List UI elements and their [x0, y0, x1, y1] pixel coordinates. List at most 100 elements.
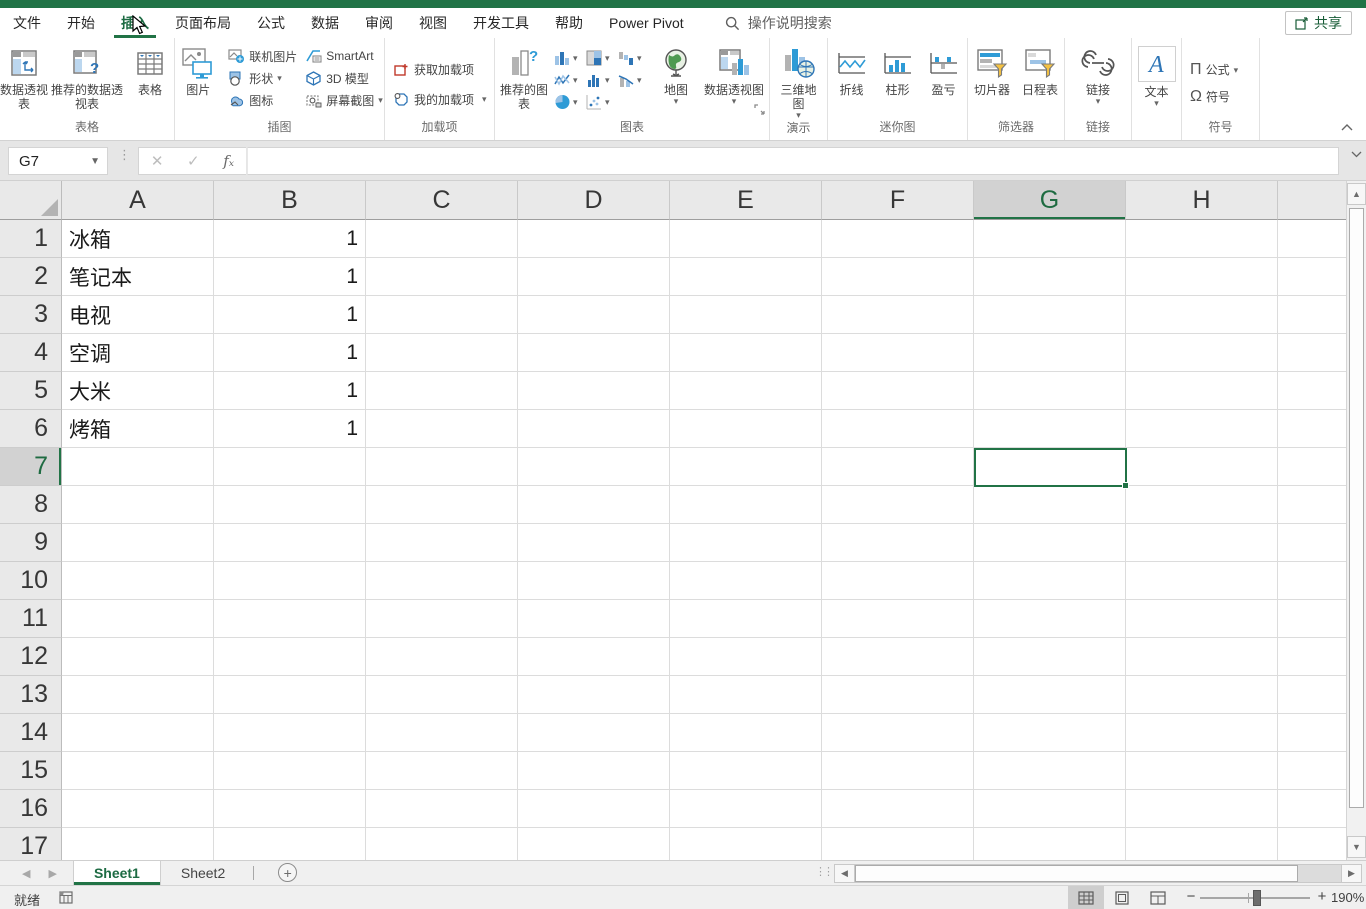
- row-header-2[interactable]: 2: [0, 258, 62, 296]
- 3d-models-button[interactable]: 3D 模型: [305, 69, 383, 87]
- cell-F1[interactable]: [822, 220, 974, 258]
- row-header-14[interactable]: 14: [0, 714, 62, 752]
- row-header-13[interactable]: 13: [0, 676, 62, 714]
- cell-partial-16[interactable]: [1278, 790, 1346, 828]
- row-header-8[interactable]: 8: [0, 486, 62, 524]
- cell-F3[interactable]: [822, 296, 974, 334]
- page-break-preview-button[interactable]: [1140, 886, 1176, 909]
- new-sheet-button[interactable]: +: [278, 863, 297, 882]
- scroll-right-icon[interactable]: ▶: [1341, 864, 1362, 883]
- cell-B11[interactable]: [214, 600, 366, 638]
- symbol-button[interactable]: Ω 符号: [1190, 88, 1230, 106]
- cell-E6[interactable]: [670, 410, 822, 448]
- insert-function-icon[interactable]: fₓ: [223, 152, 234, 170]
- cell-D17[interactable]: [518, 828, 670, 860]
- cell-C12[interactable]: [366, 638, 518, 676]
- cell-E11[interactable]: [670, 600, 822, 638]
- cell-H2[interactable]: [1126, 258, 1278, 296]
- column-header-C[interactable]: C: [366, 181, 518, 220]
- cell-G12[interactable]: [974, 638, 1126, 676]
- cell-D15[interactable]: [518, 752, 670, 790]
- timeline-button[interactable]: 日程表: [1019, 43, 1061, 97]
- cell-C3[interactable]: [366, 296, 518, 334]
- horizontal-scrollbar-thumb[interactable]: [855, 865, 1298, 882]
- cell-A14[interactable]: [62, 714, 214, 752]
- column-header-D[interactable]: D: [518, 181, 670, 220]
- cell-D6[interactable]: [518, 410, 670, 448]
- tab-data[interactable]: 数据: [298, 8, 352, 38]
- tab-help[interactable]: 帮助: [542, 8, 596, 38]
- slicer-button[interactable]: 切片器: [971, 43, 1013, 97]
- cell-C7[interactable]: [366, 448, 518, 486]
- smartart-button[interactable]: SmartArt: [305, 47, 383, 65]
- cell-E13[interactable]: [670, 676, 822, 714]
- cell-B1[interactable]: 1: [214, 220, 366, 258]
- insert-statistic-chart-button[interactable]: ▾: [586, 72, 618, 88]
- cell-partial-2[interactable]: [1278, 258, 1346, 296]
- cell-A11[interactable]: [62, 600, 214, 638]
- cell-F17[interactable]: [822, 828, 974, 860]
- cell-A17[interactable]: [62, 828, 214, 860]
- cell-F11[interactable]: [822, 600, 974, 638]
- equation-button[interactable]: Π 公式 ▾: [1190, 61, 1238, 79]
- row-header-6[interactable]: 6: [0, 410, 62, 448]
- cell-partial-15[interactable]: [1278, 752, 1346, 790]
- row-header-10[interactable]: 10: [0, 562, 62, 600]
- cell-B12[interactable]: [214, 638, 366, 676]
- cell-H10[interactable]: [1126, 562, 1278, 600]
- cell-A6[interactable]: 烤箱: [62, 410, 214, 448]
- cell-G6[interactable]: [974, 410, 1126, 448]
- screenshot-button[interactable]: 屏幕截图 ▾: [305, 91, 383, 109]
- cell-G3[interactable]: [974, 296, 1126, 334]
- cell-G13[interactable]: [974, 676, 1126, 714]
- cell-D3[interactable]: [518, 296, 670, 334]
- horizontal-scrollbar[interactable]: ◀ ▶: [834, 863, 1362, 883]
- scroll-down-icon[interactable]: ▼: [1347, 836, 1366, 858]
- cell-partial-17[interactable]: [1278, 828, 1346, 860]
- recommended-pivottables-button[interactable]: ? 推荐的数据透视表: [48, 43, 126, 111]
- sparkline-winloss-button[interactable]: 盈亏: [925, 43, 963, 97]
- cell-partial-1[interactable]: [1278, 220, 1346, 258]
- cell-partial-4[interactable]: [1278, 334, 1346, 372]
- cell-C15[interactable]: [366, 752, 518, 790]
- row-header-7[interactable]: 7: [0, 448, 62, 486]
- cell-G8[interactable]: [974, 486, 1126, 524]
- name-box[interactable]: G7 ▼: [8, 147, 108, 175]
- cell-H6[interactable]: [1126, 410, 1278, 448]
- insert-hierarchy-chart-button[interactable]: ▾: [586, 50, 618, 66]
- cell-D10[interactable]: [518, 562, 670, 600]
- insert-combo-chart-button[interactable]: ▾: [618, 72, 650, 88]
- cell-G15[interactable]: [974, 752, 1126, 790]
- cell-partial-5[interactable]: [1278, 372, 1346, 410]
- 3d-map-button[interactable]: 三维地图 ▾: [774, 43, 824, 119]
- cell-D1[interactable]: [518, 220, 670, 258]
- cell-B2[interactable]: 1: [214, 258, 366, 296]
- cell-G10[interactable]: [974, 562, 1126, 600]
- text-button[interactable]: A 文本 ▾: [1135, 43, 1179, 107]
- tab-review[interactable]: 审阅: [352, 8, 406, 38]
- enter-icon[interactable]: ✓: [187, 152, 200, 170]
- cell-B10[interactable]: [214, 562, 366, 600]
- cell-G5[interactable]: [974, 372, 1126, 410]
- cell-F9[interactable]: [822, 524, 974, 562]
- cell-E4[interactable]: [670, 334, 822, 372]
- tab-power-pivot[interactable]: Power Pivot: [596, 8, 697, 38]
- cell-E5[interactable]: [670, 372, 822, 410]
- scroll-up-icon[interactable]: ▲: [1347, 183, 1366, 205]
- cell-D12[interactable]: [518, 638, 670, 676]
- cell-C16[interactable]: [366, 790, 518, 828]
- cell-D11[interactable]: [518, 600, 670, 638]
- cell-H1[interactable]: [1126, 220, 1278, 258]
- link-button[interactable]: 链接 ▾: [1074, 43, 1122, 105]
- cell-D4[interactable]: [518, 334, 670, 372]
- cell-B9[interactable]: [214, 524, 366, 562]
- cell-B8[interactable]: [214, 486, 366, 524]
- tab-page-layout[interactable]: 页面布局: [162, 8, 244, 38]
- cell-A1[interactable]: 冰箱: [62, 220, 214, 258]
- cell-D7[interactable]: [518, 448, 670, 486]
- cell-F6[interactable]: [822, 410, 974, 448]
- select-all-button[interactable]: [0, 181, 62, 220]
- row-header-9[interactable]: 9: [0, 524, 62, 562]
- cell-partial-6[interactable]: [1278, 410, 1346, 448]
- cell-partial-8[interactable]: [1278, 486, 1346, 524]
